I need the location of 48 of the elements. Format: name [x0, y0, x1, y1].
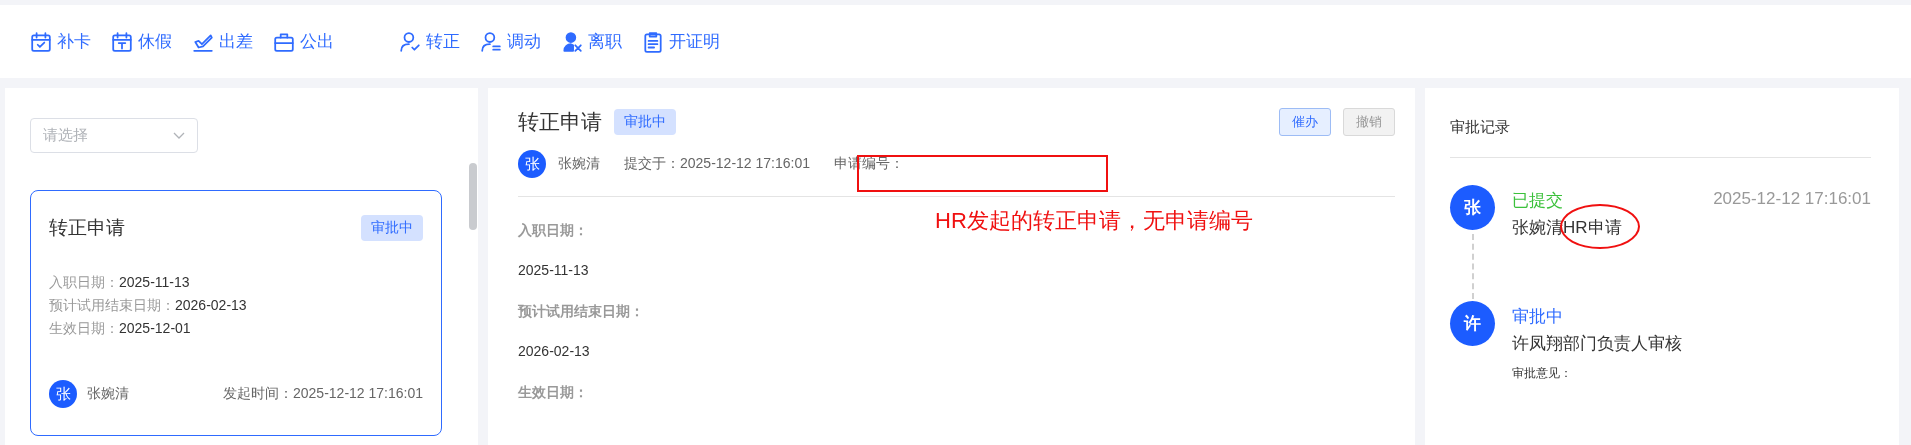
start-time: 发起时间：2025-12-12 17:16:01: [223, 385, 423, 403]
toolbar-link[interactable]: 补卡: [30, 30, 91, 53]
field-label: 生效日期：: [518, 384, 588, 402]
user-swap-icon: [480, 30, 502, 53]
step-time: 2025-12-12 17:16:01: [1713, 189, 1871, 210]
avatar: 张: [518, 150, 546, 178]
calendar-icon: [111, 30, 133, 53]
toolbar-link[interactable]: 开证明: [642, 30, 720, 53]
timeline-connector: [1471, 234, 1474, 299]
card-title: 转正申请: [49, 216, 125, 240]
field-label: 入职日期：: [518, 222, 588, 240]
status-badge: 审批中: [614, 109, 676, 135]
chevron-down-icon: [173, 131, 185, 140]
step-status: 审批中: [1512, 306, 1563, 328]
urge-button[interactable]: 催办: [1279, 108, 1331, 136]
panel-title: 审批记录: [1450, 118, 1511, 137]
avatar: 张: [49, 380, 77, 408]
applicant-name: 张婉清: [558, 155, 600, 173]
field-text: 入职日期：2025-11-13: [49, 273, 191, 292]
toolbar-link[interactable]: 公出: [273, 30, 334, 53]
submit-time: 提交于：2025-12-12 17:16:01: [624, 155, 810, 173]
clipboard-icon: [642, 30, 664, 53]
field-text: 预计试用结束日期：2026-02-13: [49, 296, 248, 315]
toolbar-link[interactable]: 出差: [192, 30, 253, 53]
request-card[interactable]: 转正申请 审批中 入职日期：2025-11-13 预计试用结束日期：2026-02-13 生效日期：2025-12-01 张 张婉清 发起时间：2025-12-12 17:16:01: [30, 190, 442, 436]
revoke-button[interactable]: 撤销: [1343, 108, 1395, 136]
user-remove-icon: [561, 30, 583, 53]
field-value: 2026-02-13: [518, 343, 591, 359]
user-check-icon: [399, 30, 421, 53]
avatar: 许: [1450, 301, 1495, 346]
opinion-label: 审批意见：: [1512, 365, 1573, 382]
toolbar-link[interactable]: 离职: [561, 30, 622, 53]
briefcase-icon: [273, 30, 295, 53]
toolbar-link[interactable]: 调动: [480, 30, 541, 53]
status-badge: 审批中: [361, 215, 423, 241]
step-status: 已提交: [1512, 190, 1563, 212]
field-label: 预计试用结束日期：: [518, 303, 644, 321]
avatar: 张: [1450, 185, 1495, 230]
applicant-name: 张婉清: [87, 385, 129, 403]
calendar-check-icon: [30, 30, 52, 53]
annotation-text: HR发起的转正申请，无申请编号: [935, 207, 1253, 235]
field-text: 生效日期：2025-12-01: [49, 319, 192, 338]
request-title: 转正申请: [518, 109, 602, 135]
toolbar-link[interactable]: 休假: [111, 30, 172, 53]
step-text: 许凤翔部门负责人审核: [1512, 334, 1682, 353]
scrollbar[interactable]: [469, 163, 477, 230]
field-value: 2025-11-13: [518, 262, 590, 278]
toolbar-link[interactable]: 转正: [399, 30, 460, 53]
